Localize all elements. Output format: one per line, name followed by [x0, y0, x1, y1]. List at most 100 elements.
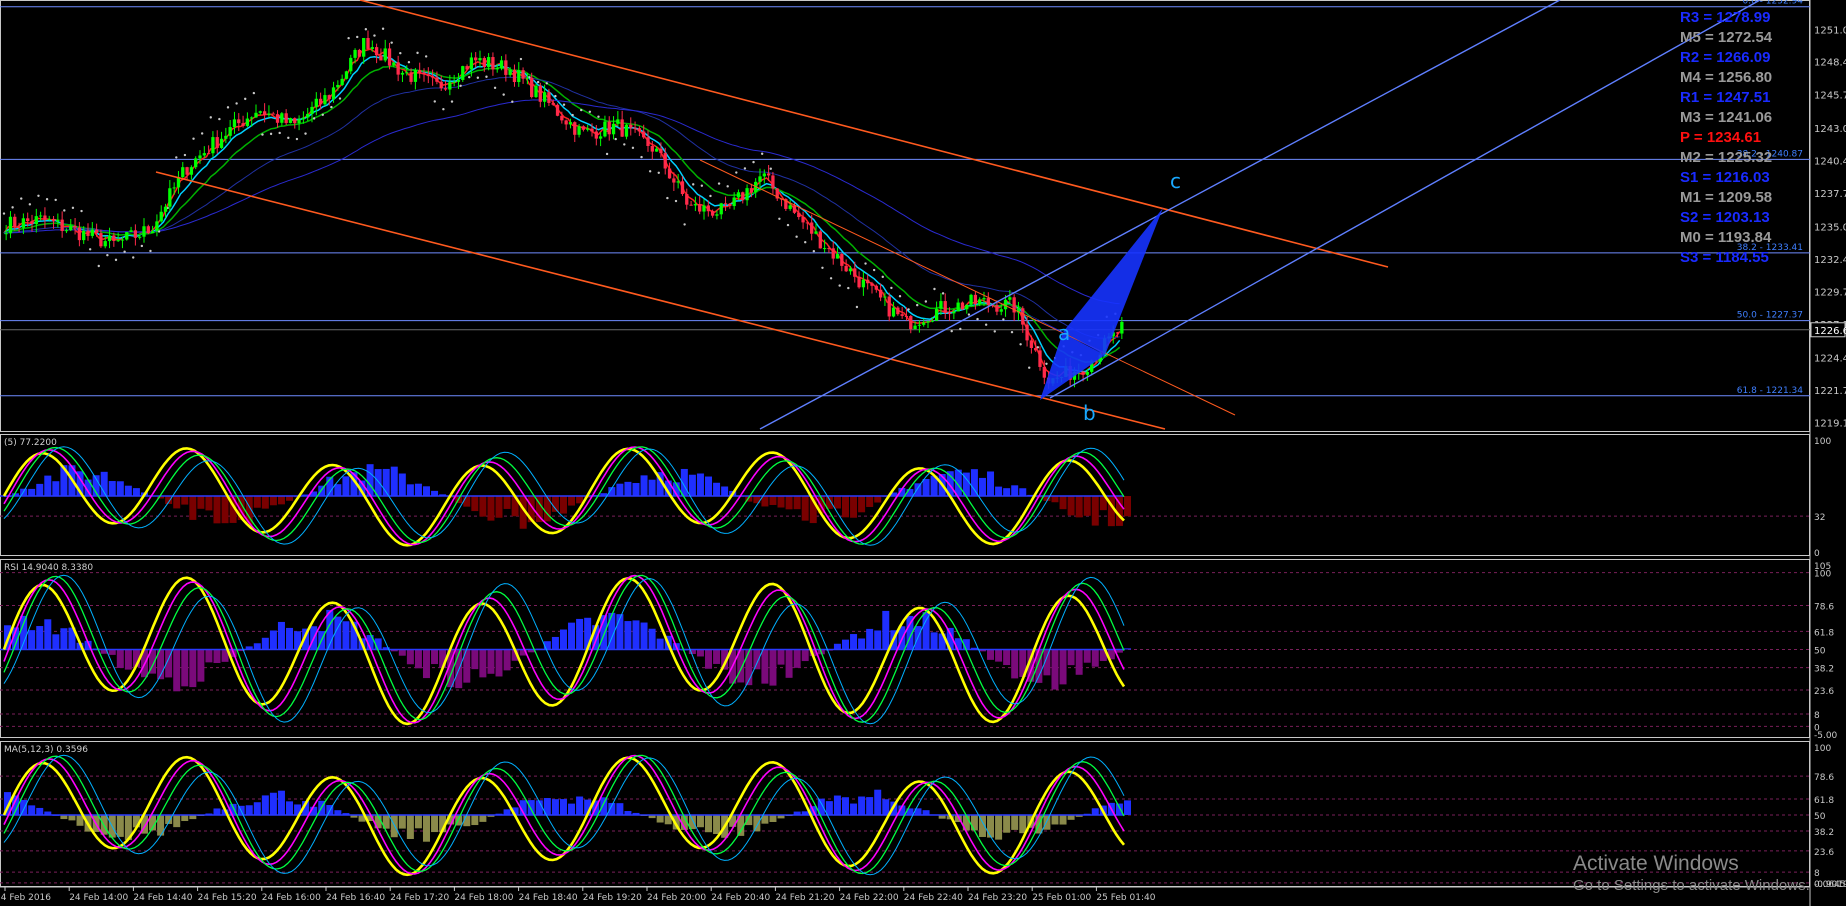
histogram-bar [398, 815, 406, 829]
candle-body [534, 85, 538, 98]
sar-dot [356, 35, 359, 39]
trading-chart[interactable]: 1251.061248.461245.761243.061240.411237.… [0, 0, 1846, 906]
sar-dot [20, 197, 23, 200]
price-axis-label: 1229.76 [1814, 288, 1846, 299]
candle-body [418, 70, 422, 73]
candle-body [155, 221, 159, 232]
harmonic-pattern-bc [1063, 208, 1163, 355]
candle-body [387, 48, 392, 66]
sar-dot [63, 209, 66, 212]
sar-dot [571, 113, 574, 117]
sar-dot [364, 28, 368, 31]
pitchfork-lower [1049, 0, 1761, 399]
histogram-bar [189, 496, 197, 520]
watermark-title: Activate Windows [1573, 852, 1739, 875]
sar-dot [562, 103, 566, 106]
candle-body [357, 49, 362, 57]
candle-body [366, 37, 370, 49]
sar-dot [468, 75, 471, 79]
candle-body [822, 248, 827, 250]
time-axis-label: 24 Feb 23:20 [968, 893, 1027, 903]
candle-body [112, 235, 116, 241]
candle-body [94, 229, 99, 234]
sar-dot [554, 94, 557, 98]
sar-dot [605, 152, 609, 156]
candle-body [1042, 366, 1046, 378]
candle-body [693, 204, 698, 206]
histogram-bar [52, 634, 60, 650]
histogram-bar [44, 475, 52, 496]
candle-body [1115, 332, 1120, 334]
sar-dot [149, 249, 152, 253]
candle-body [168, 188, 172, 207]
indicator-axis-label: 8 [1814, 711, 1820, 721]
sar-dot [1019, 343, 1022, 346]
candle-body [943, 301, 947, 314]
candle-body [271, 113, 275, 115]
candle-body [288, 118, 293, 124]
histogram-bar [1051, 815, 1059, 825]
candle-body [939, 301, 943, 309]
candle-body [370, 47, 374, 49]
candle-body [215, 137, 219, 148]
candle-body [138, 236, 142, 238]
histogram-bar [850, 634, 858, 650]
histogram-bar [422, 486, 430, 496]
candle-body [771, 175, 775, 189]
indicator-axis-label: 38.2 [1814, 665, 1834, 675]
candle-body [43, 215, 47, 220]
candle-body [1025, 324, 1029, 341]
histogram-bar [181, 649, 189, 687]
candle-body [853, 268, 857, 277]
histogram-bar [52, 481, 60, 496]
histogram-bar [559, 496, 567, 514]
candle-body [47, 218, 51, 220]
candle-body [77, 227, 82, 241]
candle-body [934, 308, 939, 321]
indicator-axis-label: 78.6 [1814, 603, 1834, 613]
histogram-bar [213, 496, 221, 524]
histogram-bar [173, 649, 181, 692]
histogram-bar [721, 486, 729, 496]
sar-dot [1002, 318, 1005, 321]
candle-body [146, 226, 150, 234]
histogram-bar [1003, 488, 1011, 496]
moving-average-line [3, 54, 1121, 373]
histogram-bar [414, 483, 422, 496]
sar-dot [864, 262, 867, 265]
histogram-bar [688, 474, 696, 496]
candle-body [995, 305, 999, 312]
candle-body [762, 173, 766, 177]
time-axis-label: 24 Feb 15:20 [198, 893, 257, 903]
candle-body [219, 138, 224, 148]
indicator-axis-label: 38.2 [1814, 828, 1834, 838]
candle-body [719, 203, 723, 215]
histogram-bar [503, 496, 511, 509]
histogram-bar [213, 808, 221, 815]
candle-body [392, 62, 396, 66]
histogram-bar [833, 496, 841, 509]
histogram-bar [769, 649, 777, 686]
candle-body [465, 66, 469, 70]
candle-body [413, 70, 418, 82]
indicator-header: MA(5,12,3) 0.3596 [4, 745, 88, 755]
histogram-bar [253, 802, 261, 815]
candle-body [508, 69, 512, 75]
sar-dot [252, 91, 256, 95]
indicator-axis-label: 23.6 [1814, 848, 1834, 858]
histogram-bar [769, 815, 777, 822]
sar-dot [623, 143, 626, 146]
fib-level-label: 61.8 - 1221.34 [1737, 386, 1803, 396]
time-axis-label: 24 Feb 17:20 [390, 893, 449, 903]
candle-body [103, 241, 107, 247]
candle-body [189, 167, 194, 175]
sar-dot [54, 198, 57, 202]
histogram-bar [705, 815, 713, 833]
histogram-bar [874, 630, 882, 650]
candle-body [732, 197, 736, 207]
candle-body [646, 137, 650, 146]
candle-body [947, 313, 952, 315]
candle-body [439, 81, 443, 89]
candle-body [831, 248, 835, 259]
sar-dot [829, 277, 833, 280]
